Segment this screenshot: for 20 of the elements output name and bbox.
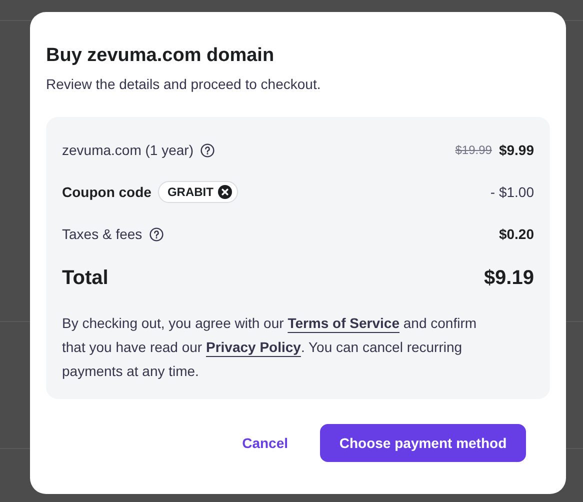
total-value: $9.19 <box>484 266 534 290</box>
item-price: $0.20 <box>498 226 534 242</box>
item-label: Coupon code <box>62 184 152 200</box>
total-label: Total <box>62 266 108 290</box>
help-icon[interactable] <box>149 226 164 242</box>
original-price: $19.99 <box>455 143 492 157</box>
dialog-subtitle: Review the details and proceed to checkout. <box>46 76 321 92</box>
remove-icon[interactable] <box>218 185 232 199</box>
item-label: zevuma.com (1 year) <box>62 142 194 158</box>
item-label: Taxes & fees <box>62 226 142 242</box>
terms-text: By checking out, you agree with our Terms of Service and confirm that you have read our Privacy Policy. You can cancel recurring payments at any time. <box>62 314 478 381</box>
policy-link[interactable]: Terms of Service <box>288 315 400 331</box>
payment-button[interactable]: Choose payment method <box>320 424 526 462</box>
policy-link[interactable]: Privacy Policy <box>206 339 301 355</box>
item-price: - $1.00 <box>490 184 534 200</box>
dialog-title: Buy zevuma.com domain <box>46 45 274 67</box>
help-icon[interactable] <box>200 142 216 158</box>
item-price: $9.99 <box>498 142 534 158</box>
coupon-chip: GRABIT <box>158 181 238 203</box>
cancel-button[interactable]: Cancel <box>226 424 304 462</box>
